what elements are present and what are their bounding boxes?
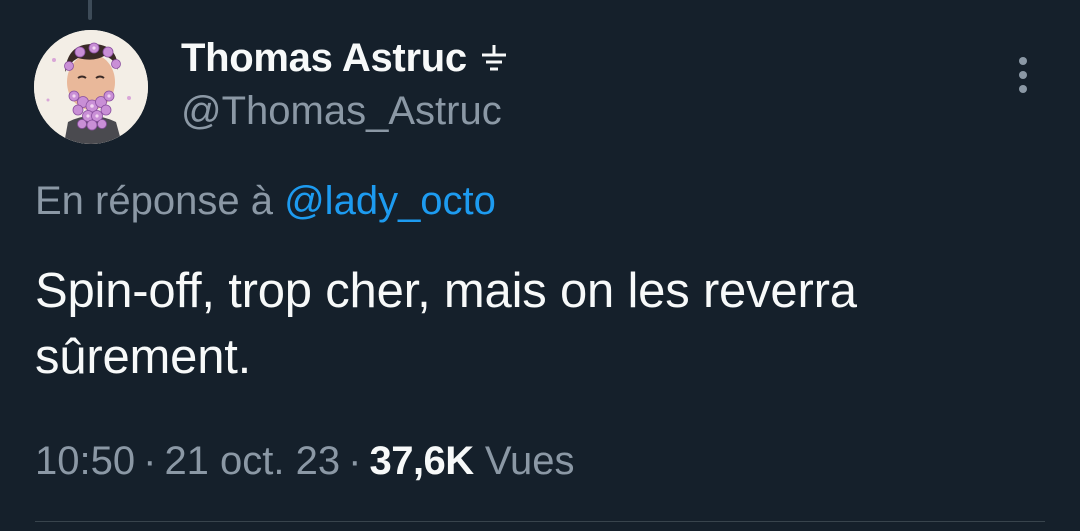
avatar[interactable] <box>34 30 148 144</box>
author-display-name[interactable]: Thomas Astruc <box>181 36 467 80</box>
meta-separator: · <box>143 439 157 483</box>
reply-target-link[interactable]: @lady_octo <box>284 179 496 223</box>
author-handle[interactable]: @Thomas_Astruc <box>181 88 502 134</box>
reply-context: En réponse à @lady_octo <box>35 177 496 225</box>
more-vertical-icon-dot <box>1019 85 1027 93</box>
reply-prefix: En réponse à <box>35 179 273 223</box>
tweet-time[interactable]: 10:50 <box>35 439 135 483</box>
tweet-text: Spin-off, trop cher, mais on les reverra… <box>35 264 857 384</box>
more-vertical-icon-dot <box>1019 71 1027 79</box>
tweet-meta: 10:50 · 21 oct. 23 · 37,6K Vues <box>35 436 575 486</box>
ground-symbol-icon <box>481 45 506 71</box>
more-options-button[interactable] <box>1005 52 1041 98</box>
views-label: Vues <box>484 439 575 483</box>
avatar-illustration <box>34 30 148 144</box>
meta-separator: · <box>348 439 362 483</box>
divider <box>35 521 1045 522</box>
views-count: 37,6K <box>369 439 474 483</box>
tweet-date[interactable]: 21 oct. 23 <box>164 439 340 483</box>
more-vertical-icon <box>1019 57 1027 65</box>
thread-connector-line <box>88 0 92 20</box>
author-name-row: Thomas Astruc <box>181 36 509 80</box>
